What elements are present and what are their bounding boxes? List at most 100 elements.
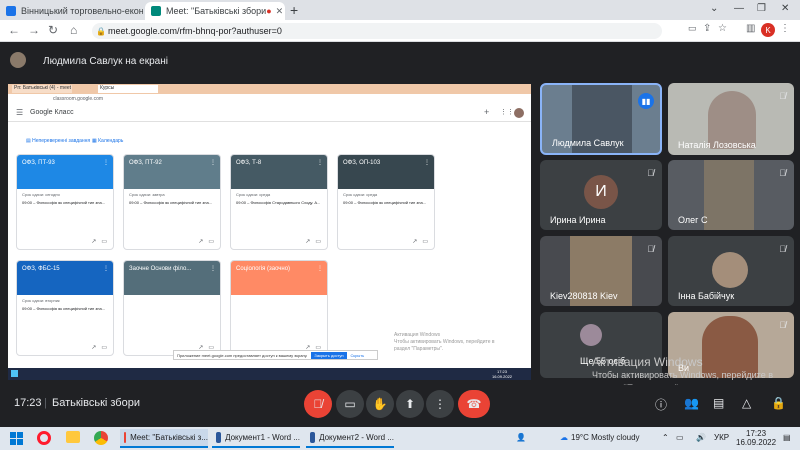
participant-tile-2[interactable]: 🎙̸ Наталія Лозовська xyxy=(668,83,794,155)
apps-icon: ⋮⋮ xyxy=(500,109,514,116)
class-card: Соціологія (заочно) ⋮ ↗ ▭ xyxy=(230,260,328,356)
menu-icon[interactable]: ⋮ xyxy=(780,23,790,34)
participant-photo xyxy=(712,252,748,288)
class-card-header: ОФЗ, ПТ-93 ⋮ xyxy=(17,155,113,189)
card-actions: ↗ ▭ xyxy=(91,239,107,245)
minimize-icon[interactable]: — xyxy=(734,3,744,14)
mic-off-icon: 🎙̸ xyxy=(647,244,654,254)
reload-icon[interactable]: ↻ xyxy=(48,23,58,37)
profile-avatar[interactable]: K xyxy=(761,23,775,37)
stop-sharing-button: Закрыть доступ xyxy=(311,351,347,359)
assignment-item: 09:00 – Философія Стародавнього Сходу. А… xyxy=(236,200,321,205)
chat-icon[interactable]: ▤ xyxy=(713,396,724,410)
taskbar-app[interactable]: Документ2 - Word ... xyxy=(306,429,394,448)
presenter-avatar xyxy=(10,52,26,68)
home-icon[interactable]: ⌂ xyxy=(70,23,77,37)
taskbar-clock[interactable]: 17:23 16.09.2022 xyxy=(736,429,776,447)
meeting-title: Батьківські збори xyxy=(52,397,140,409)
more-icon: ⋮ xyxy=(424,160,430,166)
due-label: Срок сдачи: среда xyxy=(343,192,378,197)
tab-title: Meet: "Батьківські збори xyxy=(166,6,267,16)
new-tab-icon[interactable]: + xyxy=(290,2,298,18)
inner-tab-active: Курсы xyxy=(98,85,158,93)
presenting-label: Людмила Савлук на екрані xyxy=(43,56,168,67)
more-icon: ⋮ xyxy=(210,266,216,272)
participant-tile-4[interactable]: 🎙̸ Олег С xyxy=(668,160,794,230)
weather-widget[interactable]: ☁ 19°C Mostly cloudy xyxy=(560,433,640,442)
taskbar-app[interactable]: Meet: "Батьківські з... xyxy=(120,429,208,448)
participant-name: Kiev280818 Kiev xyxy=(550,291,618,301)
present-button[interactable]: ⬆ xyxy=(396,390,424,418)
inner-watermark: Активация Windows Чтобы активировать Win… xyxy=(394,332,495,352)
activities-icon[interactable]: △ xyxy=(742,396,751,410)
address-bar: ← → ↻ ⌂ 🔒 meet.google.com/rfm-bhnq-por?a… xyxy=(0,20,800,42)
class-card-header: Соціологія (заочно) ⋮ xyxy=(231,261,327,295)
more-icon: ⋮ xyxy=(317,160,323,166)
taskbar-app[interactable]: Документ1 - Word ... xyxy=(212,429,300,448)
mic-toggle-button[interactable]: 🎙̸ xyxy=(304,390,332,418)
tab-meet[interactable]: Meet: "Батьківські збори ● ✕ xyxy=(145,2,285,20)
start-icon[interactable] xyxy=(10,432,23,445)
participant-tile-1[interactable]: ▮▮ Людмила Савлук xyxy=(540,83,662,155)
tab-vtei[interactable]: Вінницький торговельно-економ ✕ xyxy=(0,2,143,20)
due-label: Срок сдачи: сегодня xyxy=(22,192,60,197)
camera-icon[interactable]: ▭ xyxy=(688,23,697,34)
sidebar-icon[interactable]: ▥ xyxy=(746,23,755,34)
class-card-header: ОФЗ, ОП-103 ⋮ xyxy=(338,155,434,189)
class-card-header: ОФЗ, ПТ-92 ⋮ xyxy=(124,155,220,189)
notifications-icon[interactable]: ▤ xyxy=(783,433,791,442)
due-label: Срок сдачи: вторник xyxy=(22,298,60,303)
class-card-header: Заочне Основи філо... ⋮ xyxy=(124,261,220,295)
back-icon[interactable]: ← xyxy=(8,23,20,37)
app-icon xyxy=(216,432,222,443)
video-feed xyxy=(704,160,754,230)
bookmark-icon[interactable]: ☆ xyxy=(718,23,727,34)
participant-tile-5[interactable]: 🎙̸ Kiev280818 Kiev xyxy=(540,236,662,306)
classroom-title: Google Класс xyxy=(30,109,74,116)
tab-search-icon[interactable]: ⌄ xyxy=(710,3,718,14)
url-field[interactable]: 🔒 meet.google.com/rfm-bhnq-por?authuser=… xyxy=(92,23,662,39)
meeting-time: 17:23 xyxy=(14,397,42,409)
card-actions: ↗ ▭ xyxy=(412,239,428,245)
restore-icon[interactable]: ❐ xyxy=(757,3,766,14)
raise-hand-button[interactable]: ✋ xyxy=(366,390,394,418)
inner-avatar xyxy=(514,108,524,118)
host-controls-icon[interactable]: 🔒 xyxy=(771,396,786,410)
info-icon[interactable]: ⓘ xyxy=(655,396,667,413)
opera-icon[interactable] xyxy=(37,431,51,445)
file-explorer-icon[interactable] xyxy=(66,431,80,443)
participant-tile-3[interactable]: И 🎙̸ Ирина Ирина xyxy=(540,160,662,230)
language-indicator[interactable]: УКР xyxy=(714,433,729,442)
assignment-item: 09:00 – Философія як специфічний тип зна… xyxy=(343,200,427,205)
camera-toggle-button[interactable]: ▭ xyxy=(336,390,364,418)
class-card-header: ОФЗ, ФБС-15 ⋮ xyxy=(17,261,113,295)
mic-off-icon: 🎙̸ xyxy=(779,320,786,330)
due-label: Срок сдачи: среда xyxy=(236,192,271,197)
chrome-icon[interactable] xyxy=(94,431,108,445)
recording-icon: ● xyxy=(266,6,272,16)
close-tab-icon[interactable]: ✕ xyxy=(276,6,284,17)
due-label: Срок сдачи: завтра xyxy=(129,192,165,197)
people-taskbar-icon[interactable]: 👤 xyxy=(516,433,526,442)
volume-icon[interactable]: 🔊 xyxy=(696,433,706,442)
hamburger-icon: ☰ xyxy=(16,108,24,117)
network-icon[interactable]: ▭ xyxy=(676,433,684,442)
mic-off-icon: 🎙̸ xyxy=(779,244,786,254)
card-actions: ↗ ▭ xyxy=(91,345,107,351)
participant-name: Ирина Ирина xyxy=(550,215,606,225)
leave-call-button[interactable]: ☎ xyxy=(458,390,490,418)
inner-address: classroom.google.com xyxy=(8,94,531,104)
participant-tile-6[interactable]: 🎙̸ Інна Бабійчук xyxy=(668,236,794,306)
close-window-icon[interactable]: ✕ xyxy=(781,3,789,14)
tray-chevron-icon[interactable]: ⌃ xyxy=(662,433,669,442)
forward-icon[interactable]: → xyxy=(28,23,40,37)
more-icon: ⋮ xyxy=(103,160,109,166)
mic-off-icon: 🎙̸ xyxy=(779,168,786,178)
hide-notice-button: Скрыть xyxy=(350,352,365,358)
more-icon: ⋮ xyxy=(103,266,109,272)
assignment-item: 09:00 – Философія як специфічний тип зна… xyxy=(129,200,213,205)
more-options-button[interactable]: ⋮ xyxy=(426,390,454,418)
people-icon[interactable]: 👥 xyxy=(684,396,699,410)
share-icon[interactable]: ⇪ xyxy=(703,23,711,34)
more-icon: ⋮ xyxy=(210,160,216,166)
